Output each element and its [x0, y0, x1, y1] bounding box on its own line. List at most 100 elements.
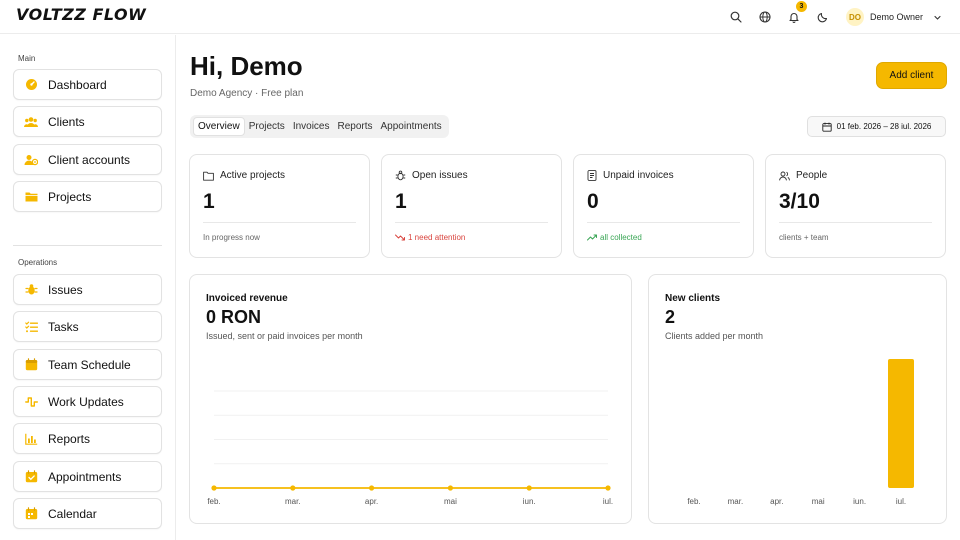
clients-chart-card: feb. mar. apr. mai iun. iul. New clients 2 Cl…: [648, 274, 947, 524]
user-menu[interactable]: DO Demo Owner: [845, 8, 942, 26]
x-tick-label: iul.: [603, 497, 613, 506]
bar: [888, 359, 914, 488]
top-bar: VOLTZZ FLOW 3 DO Demo Owner: [0, 0, 960, 34]
x-tick-label: feb.: [687, 497, 700, 506]
sidebar-item-label: Calendar: [48, 506, 97, 521]
search-icon[interactable]: [722, 0, 751, 34]
tab-projects[interactable]: Projects: [245, 118, 289, 135]
sidebar-item-projects[interactable]: Projects: [13, 181, 162, 212]
stat-card-open-issues[interactable]: Open issues 1 1 need attention: [381, 154, 562, 258]
sidebar-item-label: Tasks: [48, 319, 79, 334]
data-point: [605, 485, 611, 491]
users-icon: [24, 115, 38, 129]
stat-footnote: all collected: [587, 233, 642, 242]
chart-value: 0 RON: [206, 307, 262, 327]
sidebar-divider: [13, 245, 162, 246]
dashboard-icon: [24, 78, 38, 92]
stat-footnote-text: In progress now: [203, 233, 260, 242]
sidebar-item-label: Client accounts: [48, 152, 131, 167]
stat-card-people[interactable]: People 3/10 clients + team: [765, 154, 946, 258]
revenue-chart-card: feb. mar. apr. mai iun. iul. Invoiced revenue…: [189, 274, 632, 524]
sidebar-item-client-accounts[interactable]: Client accounts: [13, 144, 162, 175]
data-point: [447, 485, 453, 491]
sidebar-item-label: Team Schedule: [48, 357, 131, 372]
x-tick-label: apr.: [365, 497, 378, 506]
bug-icon: [24, 283, 38, 297]
trend-down-icon: [395, 234, 405, 241]
sidebar-item-calendar[interactable]: Calendar: [13, 498, 162, 529]
x-tick-label: mai: [444, 497, 457, 506]
date-range-label: 01 feb. 2026 – 28 iul. 2026: [836, 122, 932, 131]
sidebar-item-dashboard[interactable]: Dashboard: [13, 69, 162, 100]
sidebar-section-title: Main: [18, 54, 36, 63]
work-updates-icon: [24, 395, 38, 409]
invoice-icon: [587, 170, 597, 181]
sidebar-item-team-schedule[interactable]: Team Schedule: [13, 349, 162, 380]
moon-icon[interactable]: [809, 0, 838, 34]
stat-label: Unpaid invoices: [603, 170, 674, 181]
folder-icon: [24, 190, 38, 204]
user-name: Demo Owner: [869, 12, 923, 22]
x-tick-label: mar.: [285, 497, 301, 506]
chevron-down-icon: [934, 15, 941, 20]
chart-title: New clients: [665, 293, 721, 304]
tab-overview[interactable]: Overview: [193, 117, 245, 136]
calendar-check-icon: [24, 470, 38, 484]
sidebar-item-label: Reports: [48, 431, 91, 446]
folder-outline-icon: [203, 171, 214, 181]
x-tick-label: iun.: [523, 497, 536, 506]
stat-value: 3/10: [779, 190, 820, 213]
stat-footnote: In progress now: [203, 233, 260, 242]
chart-value: 2: [665, 307, 676, 327]
data-point: [211, 485, 217, 491]
chart-title: Invoiced revenue: [206, 293, 288, 304]
tab-appointments[interactable]: Appointments: [377, 118, 446, 135]
top-actions: 3 DO Demo Owner: [722, 0, 942, 34]
sidebar-item-appointments[interactable]: Appointments: [13, 461, 162, 492]
stat-value: 1: [395, 190, 407, 213]
sidebar-item-reports[interactable]: Reports: [13, 423, 162, 454]
sidebar-item-label: Projects: [48, 189, 92, 204]
app-logo[interactable]: VOLTZZ FLOW: [16, 5, 146, 24]
stat-divider: [587, 222, 740, 223]
sidebar-section-title: Operations: [18, 258, 58, 267]
agency-plan: Demo Agency · Free plan: [190, 88, 304, 99]
date-range-picker[interactable]: 01 feb. 2026 – 28 iul. 2026: [807, 116, 946, 137]
stat-value: 1: [203, 190, 215, 213]
data-point: [526, 485, 532, 491]
stat-card-unpaid-invoices[interactable]: Unpaid invoices 0 all collected: [573, 154, 754, 258]
add-client-button[interactable]: Add client: [876, 62, 947, 89]
stat-footnote: clients + team: [779, 233, 829, 242]
tab-reports[interactable]: Reports: [334, 118, 377, 135]
client-accounts-icon: [24, 153, 38, 167]
sidebar-item-work-updates[interactable]: Work Updates: [13, 386, 162, 417]
sidebar-item-clients[interactable]: Clients: [13, 106, 162, 137]
schedule-icon: [24, 358, 38, 372]
stat-footnote: 1 need attention: [395, 233, 465, 242]
stat-value: 0: [587, 190, 599, 213]
globe-icon[interactable]: [751, 0, 780, 34]
bell-icon[interactable]: 3: [780, 0, 809, 34]
sidebar-item-issues[interactable]: Issues: [13, 274, 162, 305]
x-tick-label: mar.: [728, 497, 744, 506]
sidebar-item-label: Appointments: [48, 469, 122, 484]
stat-label: People: [796, 170, 828, 181]
sidebar-item-label: Dashboard: [48, 77, 107, 92]
stat-divider: [395, 222, 548, 223]
stat-footnote-text: all collected: [600, 233, 642, 242]
calendar-icon: [24, 507, 38, 521]
tab-invoices[interactable]: Invoices: [289, 118, 334, 135]
page-title: Hi, Demo: [190, 51, 303, 81]
x-tick-label: feb.: [207, 497, 220, 506]
stat-card-active-projects[interactable]: Active projects 1 In progress now: [189, 154, 370, 258]
x-tick-label: apr.: [770, 497, 783, 506]
x-tick-label: iul.: [896, 497, 906, 506]
tab-bar: Overview Projects Invoices Reports Appoi…: [190, 115, 449, 138]
calendar-outline-icon: [821, 122, 832, 132]
notification-badge: 3: [795, 1, 807, 12]
sidebar-item-tasks[interactable]: Tasks: [13, 311, 162, 342]
bar-chart-icon: [24, 432, 38, 446]
people-icon: [779, 171, 790, 180]
sidebar-item-label: Issues: [48, 282, 83, 297]
chart-subtitle: Issued, sent or paid invoices per month: [206, 331, 363, 341]
